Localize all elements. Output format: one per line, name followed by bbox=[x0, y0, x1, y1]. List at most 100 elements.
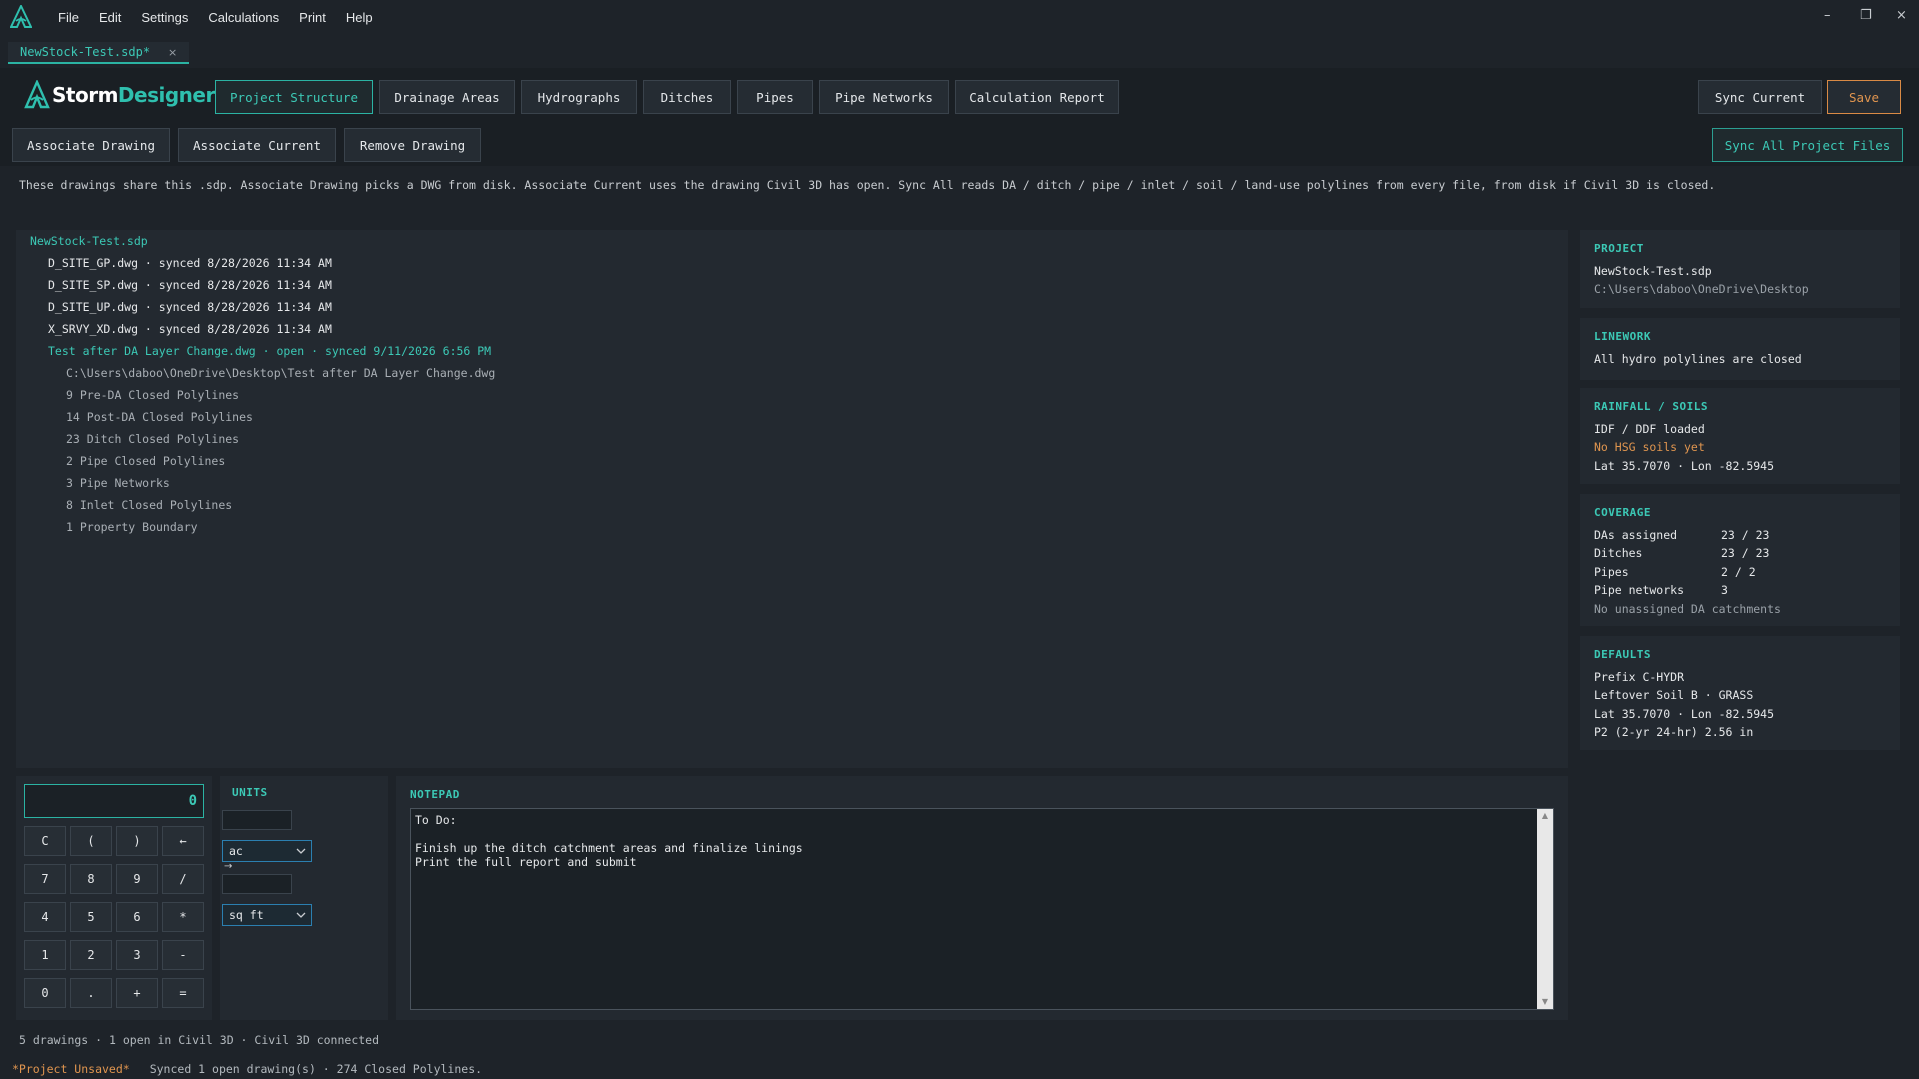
coverage-card: COVERAGE DAs assigned 23 / 23 Ditches 23 /… bbox=[1580, 494, 1900, 626]
associate-current-button[interactable]: Associate Current bbox=[178, 128, 336, 162]
unit-from-input[interactable] bbox=[222, 810, 292, 830]
chevron-down-icon bbox=[296, 848, 306, 854]
calc-key-9[interactable]: 9 bbox=[116, 864, 158, 894]
calc-key-equals[interactable]: = bbox=[162, 978, 204, 1008]
calc-key-multiply[interactable]: * bbox=[162, 902, 204, 932]
close-window-button[interactable]: × bbox=[1896, 8, 1907, 23]
remove-drawing-button[interactable]: Remove Drawing bbox=[344, 128, 481, 162]
calc-key-3[interactable]: 3 bbox=[116, 940, 158, 970]
convert-arrow-icon: → bbox=[224, 861, 233, 872]
coverage-note: No unassigned DA catchments bbox=[1594, 601, 1781, 616]
unit-from-value: ac bbox=[229, 844, 243, 858]
tree-detail: 14 Post-DA Closed Polylines bbox=[66, 410, 253, 424]
document-tab[interactable]: NewStock-Test.sdp* × bbox=[8, 42, 190, 64]
tab-drainage-areas[interactable]: Drainage Areas bbox=[379, 80, 515, 114]
tree-detail: 23 Ditch Closed Polylines bbox=[66, 432, 240, 446]
calc-key-1[interactable]: 1 bbox=[24, 940, 66, 970]
menu-edit[interactable]: Edit bbox=[89, 10, 131, 25]
calc-key-4[interactable]: 4 bbox=[24, 902, 66, 932]
calc-key-7[interactable]: 7 bbox=[24, 864, 66, 894]
tree-file[interactable]: X_SRVY_XD.dwg · synced 8/28/2026 11:34 A… bbox=[48, 322, 332, 336]
calculator: 0 C() ← 7 8 9/ 4 5 6 * 1 2 3- 0. + = bbox=[16, 776, 212, 1020]
notepad-scrollbar[interactable]: ▲ ▼ bbox=[1537, 809, 1553, 1009]
linework-card-title: LINEWORK bbox=[1594, 330, 1651, 343]
coverage-card-title: COVERAGE bbox=[1594, 506, 1651, 519]
calculator-display[interactable]: 0 bbox=[24, 784, 204, 818]
calc-key-decimal[interactable]: . bbox=[70, 978, 112, 1008]
tab-pipe-networks[interactable]: Pipe Networks bbox=[819, 80, 949, 114]
coverage-key: Pipes bbox=[1594, 564, 1629, 579]
scroll-down-icon[interactable]: ▼ bbox=[1540, 997, 1550, 1007]
chevron-down-icon bbox=[296, 912, 306, 918]
info-description: These drawings share this .sdp. Associat… bbox=[19, 178, 1716, 192]
sync-message: Synced 1 open drawing(s) · 274 Closed Po… bbox=[149, 1062, 483, 1076]
coverage-row: DAs assigned 23 / 23 bbox=[1594, 526, 1886, 544]
calc-key-close-paren[interactable]: ) bbox=[116, 826, 158, 856]
calc-key-subtract[interactable]: - bbox=[162, 940, 204, 970]
calc-key-add[interactable]: + bbox=[116, 978, 158, 1008]
tree-file[interactable]: D_SITE_UP.dwg · synced 8/28/2026 11:34 A… bbox=[48, 300, 332, 314]
default-leftover: Leftover Soil B · GRASS bbox=[1594, 688, 1754, 703]
restore-button[interactable]: ❐ bbox=[1860, 8, 1872, 23]
coverage-key: DAs assigned bbox=[1594, 528, 1678, 542]
tree-file[interactable]: D_SITE_SP.dwg · synced 8/28/2026 11:34 A… bbox=[48, 278, 332, 292]
calc-key-5[interactable]: 5 bbox=[70, 902, 112, 932]
units-title: UNITS bbox=[232, 786, 268, 799]
menu-settings[interactable]: Settings bbox=[131, 10, 198, 25]
rainfall-card: RAINFALL / SOILS IDF / DDF loaded No HSG… bbox=[1580, 388, 1900, 484]
unsaved-indicator: *Project Unsaved* bbox=[12, 1062, 130, 1076]
defaults-card: DEFAULTS Prefix C-HYDR Leftover Soil B ·… bbox=[1580, 636, 1900, 750]
tree-root[interactable]: NewStock-Test.sdp bbox=[30, 234, 148, 248]
sync-current-button[interactable]: Sync Current bbox=[1698, 80, 1822, 114]
tree-detail: 9 Pre-DA Closed Polylines bbox=[66, 388, 240, 402]
project-path: C:\Users\daboo\OneDrive\Desktop bbox=[1594, 282, 1809, 297]
close-tab-icon[interactable]: × bbox=[168, 46, 177, 59]
unit-to-input[interactable] bbox=[222, 874, 292, 894]
brand-name: StormDesigner bbox=[52, 83, 215, 107]
defaults-card-title: DEFAULTS bbox=[1594, 648, 1651, 661]
calc-key-0[interactable]: 0 bbox=[24, 978, 66, 1008]
calc-key-2[interactable]: 2 bbox=[70, 940, 112, 970]
menu-calculations[interactable]: Calculations bbox=[198, 10, 289, 25]
calc-key-clear[interactable]: C bbox=[24, 826, 66, 856]
unit-to-select[interactable]: sq ft bbox=[222, 904, 312, 926]
calc-key-8[interactable]: 8 bbox=[70, 864, 112, 894]
associate-drawing-button[interactable]: Associate Drawing bbox=[12, 128, 170, 162]
project-name: NewStock-Test.sdp bbox=[1594, 264, 1712, 278]
project-card: PROJECT NewStock-Test.sdp C:\Users\daboo… bbox=[1580, 230, 1900, 308]
brand-logo: StormDesigner bbox=[24, 80, 215, 110]
sync-all-button[interactable]: Sync All Project Files bbox=[1712, 128, 1903, 162]
coverage-row: Pipe networks 3 bbox=[1594, 581, 1886, 599]
brand-part-2: Designer bbox=[117, 83, 215, 107]
notepad-title: NOTEPAD bbox=[410, 788, 460, 801]
scroll-up-icon[interactable]: ▲ bbox=[1540, 811, 1550, 821]
coverage-key: Ditches bbox=[1594, 546, 1643, 561]
tab-calculation-report[interactable]: Calculation Report bbox=[955, 80, 1119, 114]
tab-hydrographs[interactable]: Hydrographs bbox=[521, 80, 637, 114]
status-bar-drawings: 5 drawings · 1 open in Civil 3D · Civil … bbox=[19, 1033, 380, 1047]
linework-card: LINEWORK All hydro polylines are closed bbox=[1580, 318, 1900, 380]
notepad-textarea[interactable]: To Do: Finish up the ditch catchment are… bbox=[410, 808, 1554, 1010]
calc-key-backspace[interactable]: ← bbox=[162, 826, 204, 856]
save-button[interactable]: Save bbox=[1827, 80, 1901, 114]
coverage-value: 23 / 23 bbox=[1721, 546, 1770, 561]
calc-key-divide[interactable]: / bbox=[162, 864, 204, 894]
unit-from-select[interactable]: ac bbox=[222, 840, 312, 862]
menu-file[interactable]: File bbox=[48, 10, 89, 25]
menu-help[interactable]: Help bbox=[336, 10, 383, 25]
tree-detail: 1 Property Boundary bbox=[66, 520, 198, 534]
minimize-button[interactable]: – bbox=[1824, 8, 1831, 23]
tree-open-file[interactable]: Test after DA Layer Change.dwg · open · … bbox=[48, 344, 491, 358]
tab-project-structure[interactable]: Project Structure bbox=[215, 80, 373, 114]
project-card-title: PROJECT bbox=[1594, 242, 1644, 255]
tree-file[interactable]: D_SITE_GP.dwg · synced 8/28/2026 11:34 A… bbox=[48, 256, 332, 270]
tab-ditches[interactable]: Ditches bbox=[643, 80, 731, 114]
menu-print[interactable]: Print bbox=[289, 10, 336, 25]
stormdesigner-logo-icon bbox=[24, 80, 50, 109]
menu-bar: File Edit Settings Calculations Print He… bbox=[0, 0, 1919, 34]
calc-key-6[interactable]: 6 bbox=[116, 902, 158, 932]
tab-pipes[interactable]: Pipes bbox=[737, 80, 813, 114]
coverage-value: 3 bbox=[1721, 583, 1728, 598]
tree-detail: 2 Pipe Closed Polylines bbox=[66, 454, 226, 468]
calc-key-open-paren[interactable]: ( bbox=[70, 826, 112, 856]
